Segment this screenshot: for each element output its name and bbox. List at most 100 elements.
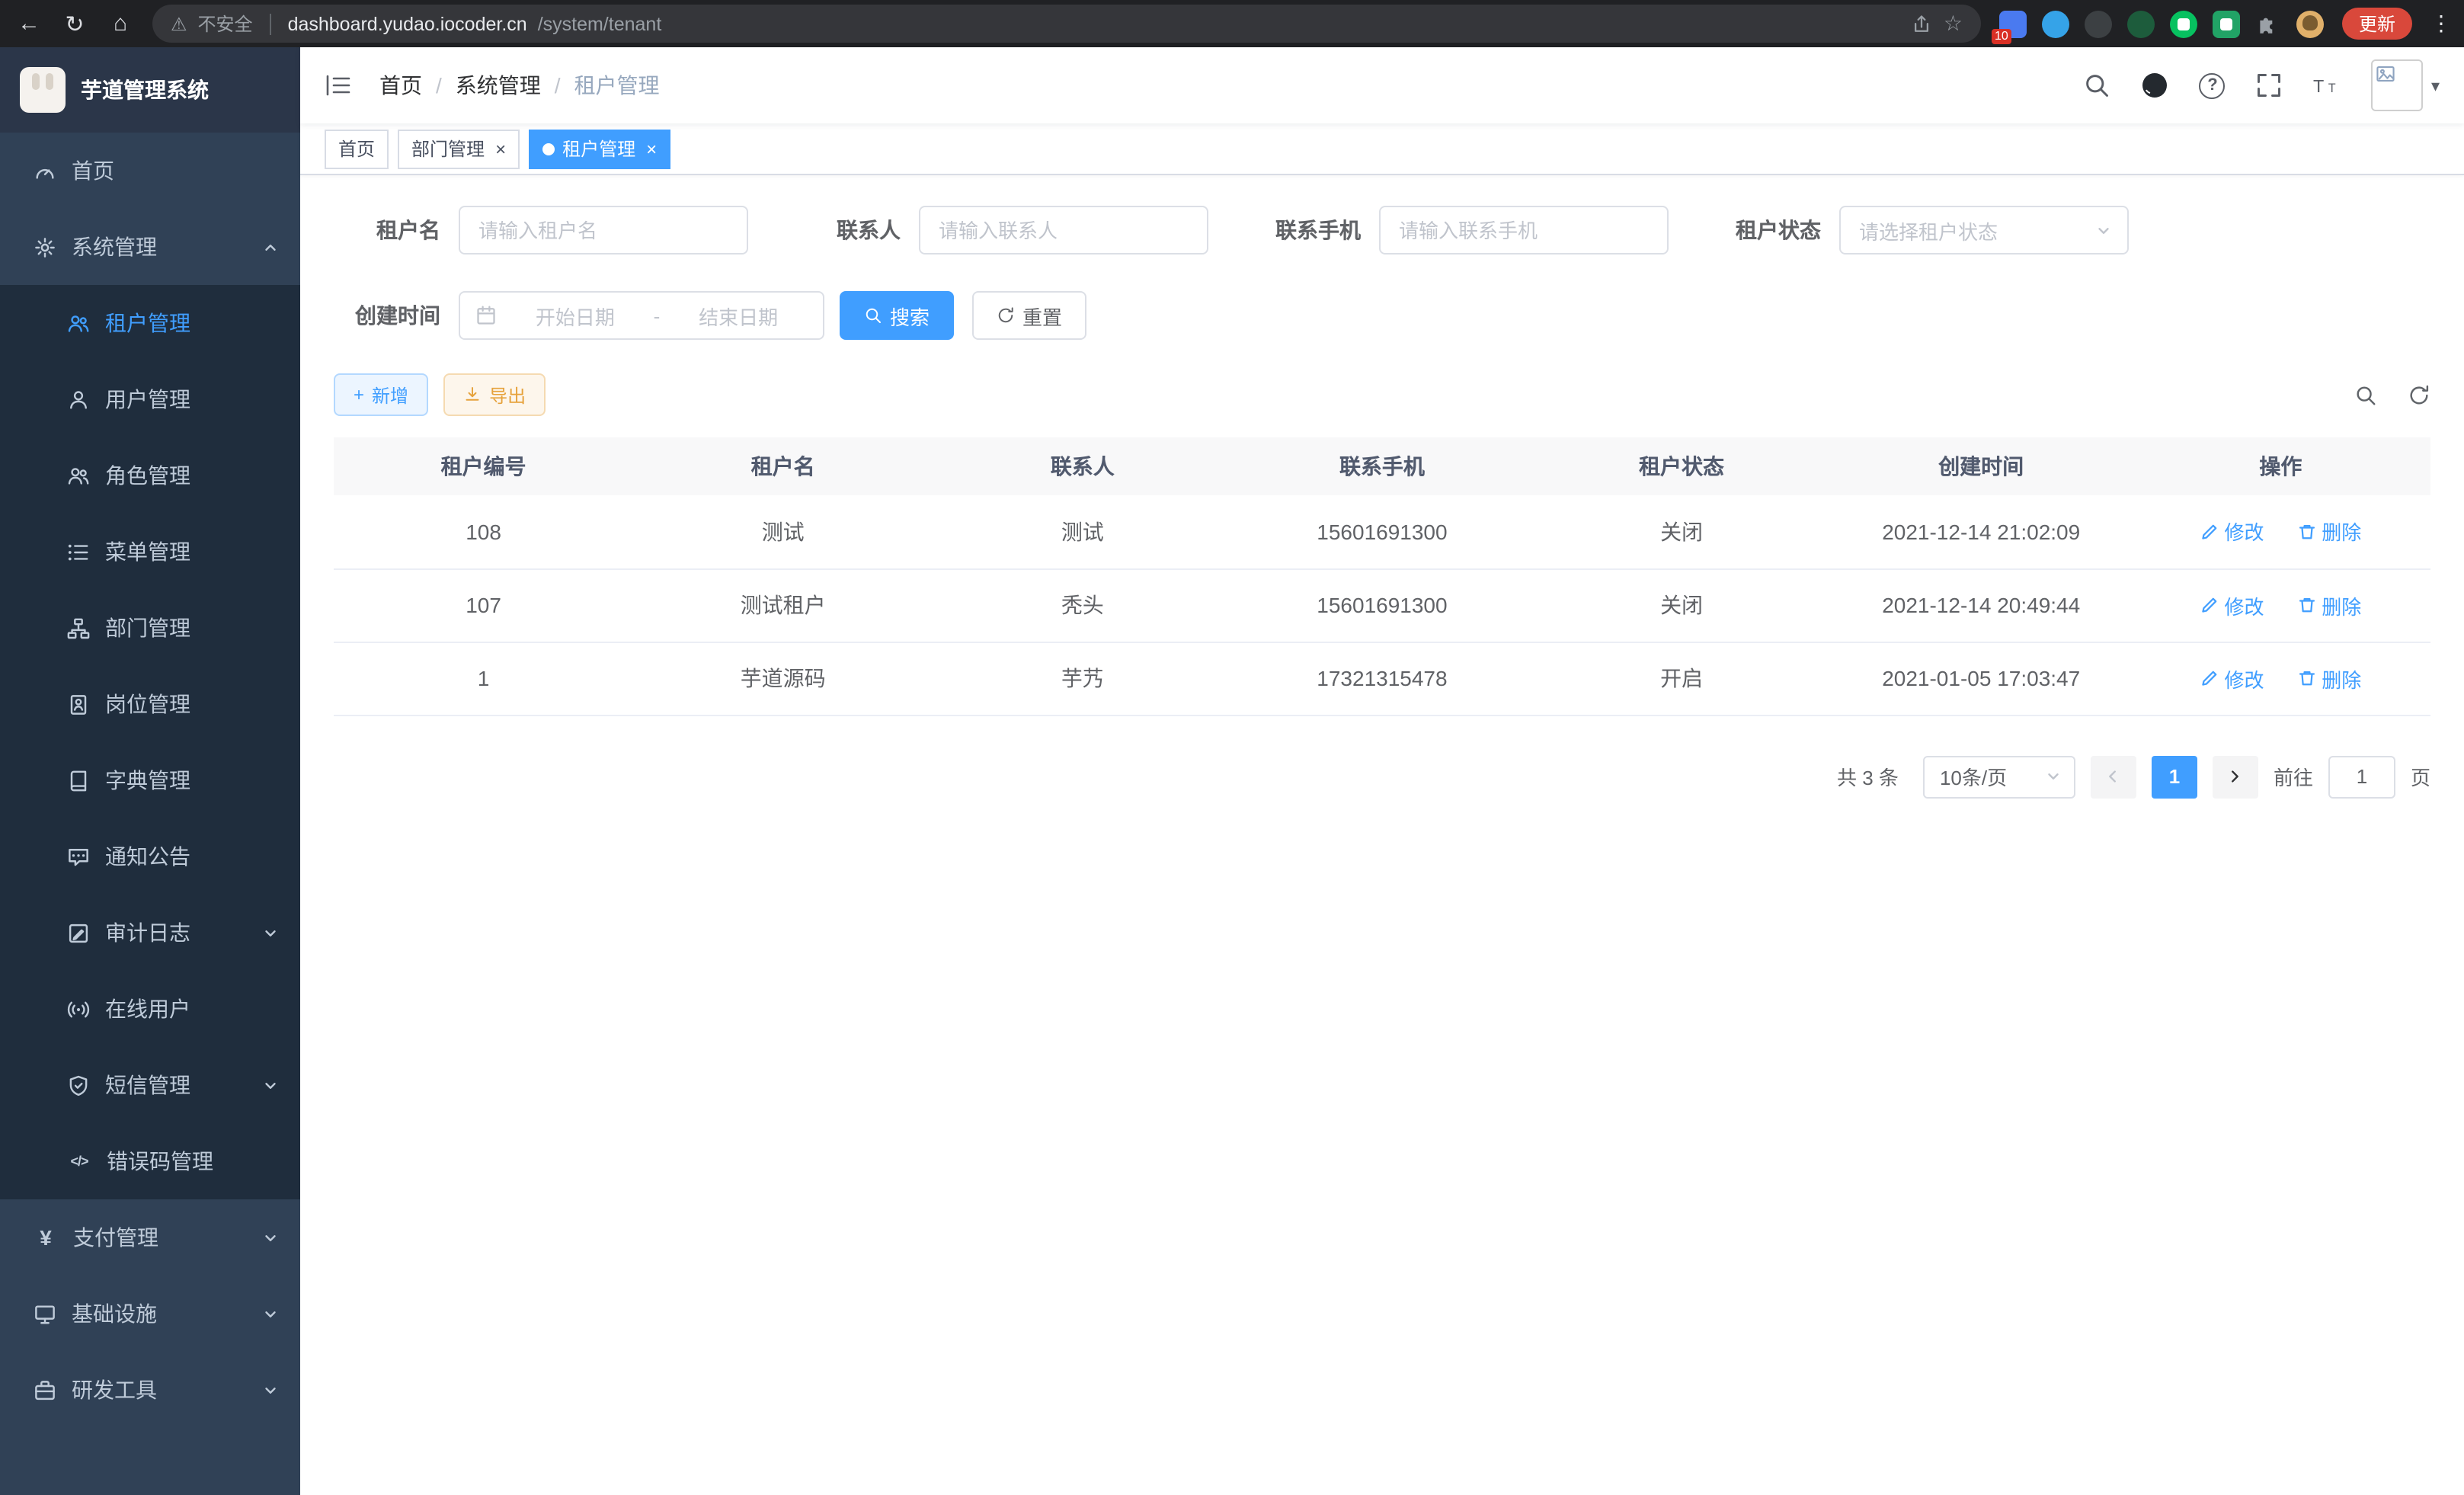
cell-status: 关闭	[1532, 568, 1832, 642]
url-bar[interactable]: ⚠ 不安全 dashboard.yudao.iocoder.cn /system…	[152, 5, 1981, 43]
table-header-row: 租户编号 租户名 联系人 联系手机 租户状态 创建时间 操作	[334, 437, 2430, 495]
delete-link[interactable]: 删除	[2297, 517, 2361, 546]
column-header: 租户编号	[334, 437, 633, 495]
edit-link[interactable]: 修改	[2200, 664, 2264, 693]
cell-tenant-name: 芋道源码	[633, 642, 933, 715]
export-button[interactable]: 导出	[443, 373, 546, 416]
page-number-button[interactable]: 1	[2152, 755, 2197, 798]
sidebar-item-label: 通知公告	[105, 841, 190, 872]
sidebar-item-dept[interactable]: 部门管理	[0, 590, 300, 666]
sidebar-item-sms[interactable]: 短信管理	[0, 1047, 300, 1123]
pencil-icon	[2200, 596, 2218, 614]
sidebar-item-notice[interactable]: 通知公告	[0, 818, 300, 895]
chevron-right-icon	[2227, 768, 2244, 785]
tab-dept[interactable]: 部门管理 ×	[398, 129, 520, 168]
extensions-puzzle-icon[interactable]	[2255, 11, 2281, 37]
search-toggle-icon[interactable]	[2354, 383, 2377, 406]
extension-icon-5[interactable]	[2170, 10, 2197, 37]
svg-text:T: T	[2329, 82, 2337, 95]
refresh-icon[interactable]	[2408, 383, 2430, 406]
page-size-select[interactable]: 10条/页	[1923, 755, 2075, 798]
sidebar-item-home[interactable]: 首页	[0, 133, 300, 209]
sidebar-item-error-code[interactable]: </> 错误码管理	[0, 1123, 300, 1199]
edit-link[interactable]: 修改	[2200, 591, 2264, 619]
delete-link[interactable]: 删除	[2297, 664, 2361, 693]
breadcrumb-separator: /	[555, 73, 561, 98]
extension-icon-3[interactable]	[2085, 10, 2112, 37]
bookmark-star-icon[interactable]: ☆	[1944, 11, 1963, 37]
back-icon[interactable]: ←	[15, 11, 43, 37]
delete-link[interactable]: 删除	[2297, 591, 2361, 619]
column-header: 创建时间	[1832, 437, 2131, 495]
sidebar-item-post[interactable]: 岗位管理	[0, 666, 300, 742]
search-icon[interactable]	[2084, 72, 2111, 99]
user-avatar[interactable]: ▾	[2372, 59, 2440, 111]
sidebar-toggle-icon[interactable]	[325, 72, 352, 99]
column-header: 租户状态	[1532, 437, 1832, 495]
chevron-down-icon	[262, 1229, 279, 1246]
sidebar-item-tenant[interactable]: 租户管理	[0, 285, 300, 361]
app-shell: 芋道管理系统 首页 系统管理 租户管理 用户管理 角色管理	[0, 47, 2464, 1495]
tenant-name-input[interactable]	[459, 206, 748, 255]
image-icon	[2376, 64, 2396, 84]
sidebar-item-dict[interactable]: 字典管理	[0, 742, 300, 818]
gear-icon	[34, 235, 56, 258]
breadcrumb-system[interactable]: 系统管理	[456, 70, 541, 101]
sidebar-item-audit-log[interactable]: 审计日志	[0, 895, 300, 971]
sidebar-item-payment[interactable]: ¥ 支付管理	[0, 1199, 300, 1276]
phone-input[interactable]	[1379, 206, 1669, 255]
extension-icon-1[interactable]: 10	[1999, 10, 2027, 37]
close-icon[interactable]: ×	[646, 139, 657, 158]
chevron-up-icon	[262, 238, 279, 255]
contact-input[interactable]	[919, 206, 1208, 255]
tab-tenant[interactable]: 租户管理 ×	[529, 129, 670, 168]
font-size-icon[interactable]: TT	[2314, 72, 2341, 99]
reset-button[interactable]: 重置	[972, 291, 1086, 340]
sidebar-item-user[interactable]: 用户管理	[0, 361, 300, 437]
fullscreen-icon[interactable]	[2256, 72, 2283, 99]
sidebar-item-label: 短信管理	[105, 1070, 190, 1100]
user-icon	[67, 388, 90, 411]
update-button[interactable]: 更新	[2342, 8, 2412, 40]
sidebar-item-label: 岗位管理	[105, 689, 190, 719]
close-icon[interactable]: ×	[495, 139, 506, 158]
security-label[interactable]: 不安全	[198, 11, 253, 37]
github-icon[interactable]	[2142, 72, 2169, 99]
sidebar-item-role[interactable]: 角色管理	[0, 437, 300, 514]
extension-icon-2[interactable]	[2042, 10, 2069, 37]
date-range-picker[interactable]: 开始日期 - 结束日期	[459, 291, 824, 340]
reload-icon[interactable]: ↻	[61, 10, 88, 37]
sidebar-item-menu[interactable]: 菜单管理	[0, 514, 300, 590]
reset-button-label: 重置	[1022, 301, 1062, 330]
browser-menu-icon[interactable]: ⋮	[2430, 11, 2449, 37]
filter-label: 租户名	[334, 215, 440, 245]
sidebar-item-label: 字典管理	[105, 765, 190, 796]
status-select[interactable]: 请选择租户状态	[1839, 206, 2129, 255]
sidebar-item-infra[interactable]: 基础设施	[0, 1276, 300, 1352]
breadcrumb-separator: /	[436, 73, 442, 98]
search-button[interactable]: 搜索	[840, 291, 954, 340]
delete-label: 删除	[2322, 664, 2361, 693]
breadcrumb-home[interactable]: 首页	[379, 70, 422, 101]
profile-avatar-icon[interactable]	[2296, 10, 2324, 37]
tab-label: 租户管理	[562, 136, 635, 162]
help-icon[interactable]: ?	[2200, 72, 2226, 98]
tree-icon	[67, 616, 90, 639]
sidebar-logo[interactable]: 芋道管理系统	[0, 47, 300, 133]
next-page-button[interactable]	[2213, 755, 2258, 798]
sidebar-item-system[interactable]: 系统管理	[0, 209, 300, 285]
trash-icon	[2297, 596, 2315, 614]
edit-link[interactable]: 修改	[2200, 517, 2264, 546]
prev-page-button[interactable]	[2091, 755, 2136, 798]
add-button[interactable]: + 新增	[334, 373, 428, 416]
tab-home[interactable]: 首页	[325, 129, 389, 168]
sidebar-item-devtools[interactable]: 研发工具	[0, 1352, 300, 1428]
share-icon[interactable]	[1912, 13, 1933, 34]
extension-icon-6[interactable]	[2213, 10, 2240, 37]
goto-page-input[interactable]	[2328, 755, 2395, 798]
filter-label: 联系手机	[1254, 215, 1361, 245]
extension-icon-4[interactable]	[2127, 10, 2155, 37]
sidebar-item-online-users[interactable]: 在线用户	[0, 971, 300, 1047]
home-icon[interactable]: ⌂	[107, 11, 134, 37]
tags-view: 首页 部门管理 × 租户管理 ×	[300, 123, 2464, 175]
